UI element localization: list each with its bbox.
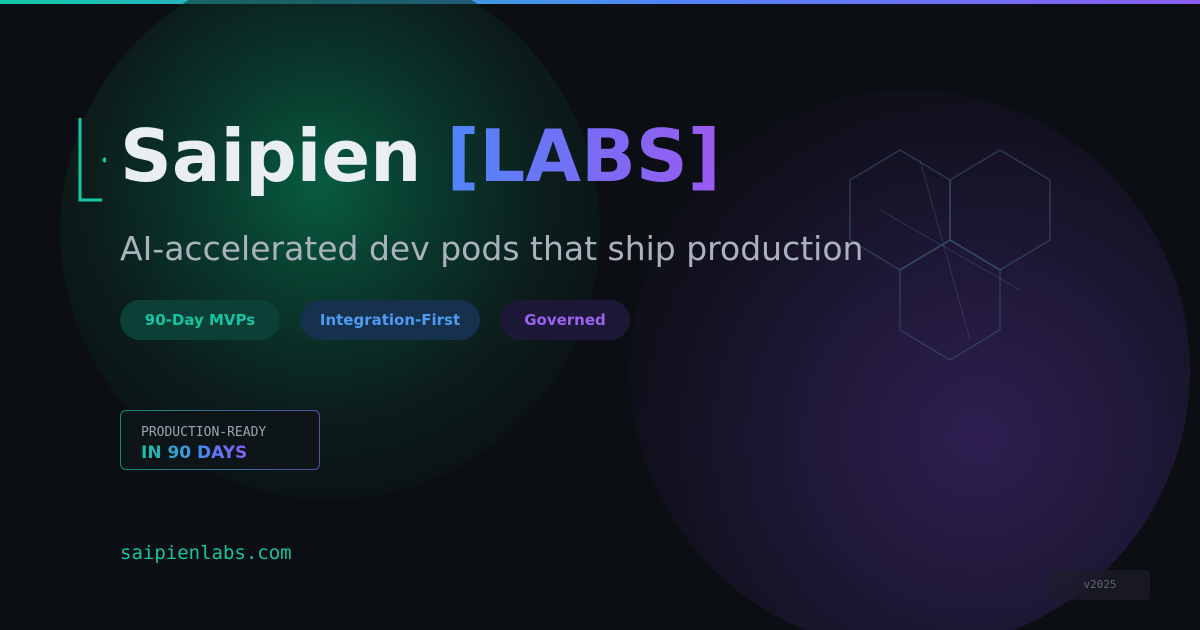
bracket-dot-icon: [78, 118, 106, 202]
top-gradient-bar: [0, 0, 1200, 4]
pill-integration-first: Integration-First: [300, 300, 480, 340]
pill-90-day-mvps: 90-Day MVPs: [120, 300, 280, 340]
social-card: Saipien [LABS] AI-accelerated dev pods t…: [0, 0, 1200, 630]
hexagon-cluster-icon: [849, 149, 1051, 361]
brand-accent: [LABS]: [446, 114, 721, 198]
pill-governed: Governed: [500, 300, 630, 340]
brand-name: Saipien: [120, 114, 422, 198]
badge-label: PRODUCTION-READY: [141, 425, 267, 440]
tagline: AI-accelerated dev pods that ship produc…: [120, 229, 864, 268]
brand-title: Saipien [LABS]: [120, 114, 721, 198]
production-ready-badge: PRODUCTION-READY IN 90 DAYS: [120, 410, 320, 470]
badge-value: IN 90 DAYS: [141, 443, 248, 463]
website-url: saipienlabs.com: [120, 542, 292, 564]
version-badge: v2025: [1050, 570, 1150, 600]
